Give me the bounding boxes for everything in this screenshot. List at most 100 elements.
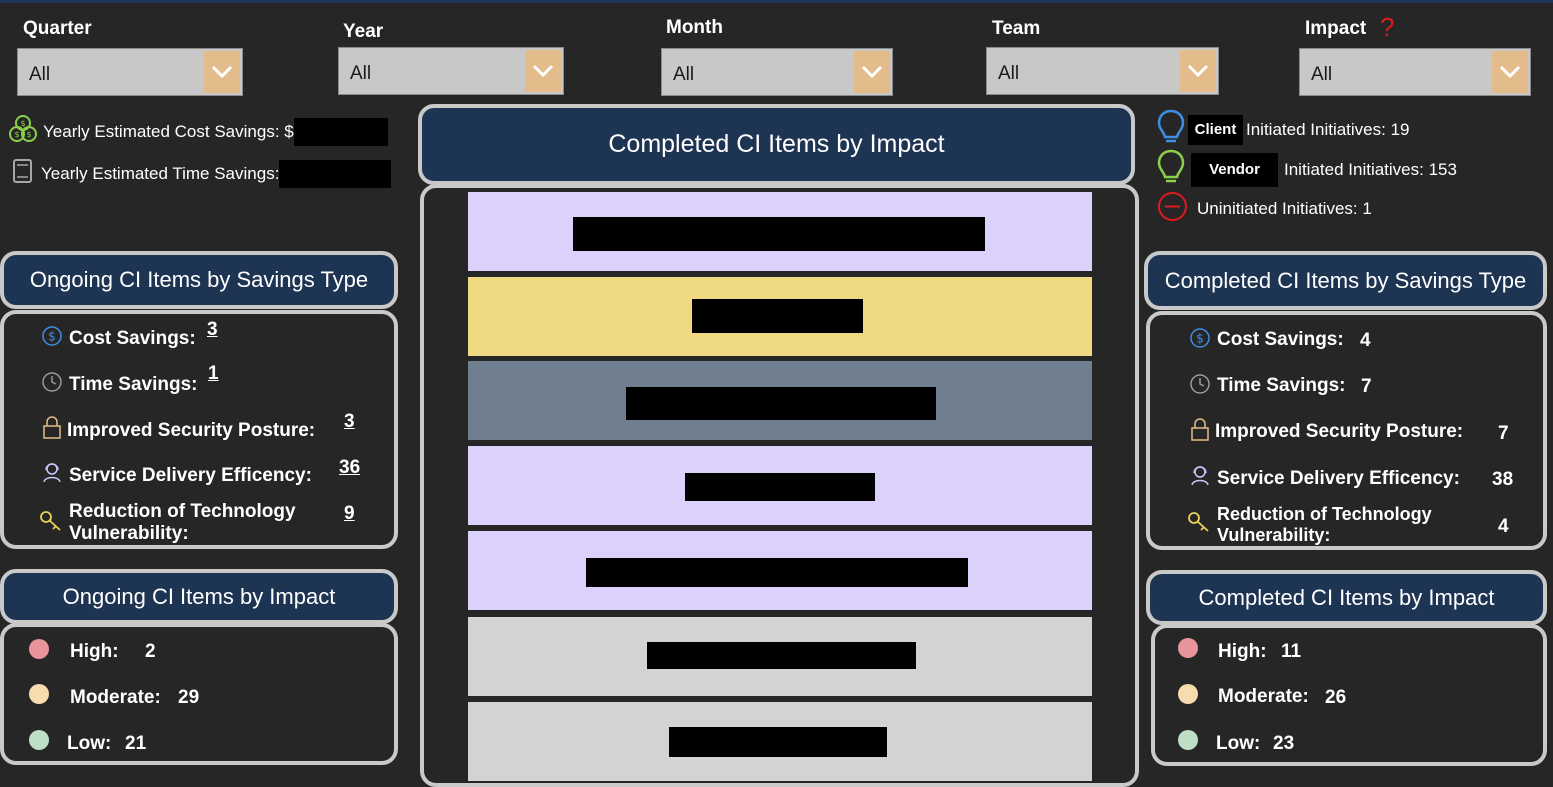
- completed-high-value: 11: [1281, 641, 1302, 662]
- key-icon: [1187, 510, 1211, 534]
- impact-band[interactable]: [468, 277, 1092, 356]
- completed-moderate-label: Moderate:: [1218, 686, 1309, 707]
- ongoing-security-value-text[interactable]: 3: [344, 411, 355, 433]
- impact-band-chart: [468, 192, 1092, 781]
- year-dropdown-value: All: [350, 63, 372, 84]
- completed-reduction-value: 4: [1498, 516, 1509, 537]
- client-chip: Client: [1188, 114, 1243, 145]
- svg-text:$: $: [14, 130, 19, 139]
- lightbulb-icon: [1157, 148, 1185, 191]
- hourglass-icon: [11, 157, 35, 190]
- lock-icon: [1190, 418, 1210, 442]
- team-filter-label: Team: [992, 18, 1041, 39]
- uninitiated-initiatives: Uninitiated Initiatives: 1: [1157, 191, 1372, 227]
- chevron-down-icon[interactable]: [1492, 51, 1528, 93]
- completed-savings-title: Completed CI Items by Savings Type: [1144, 251, 1547, 310]
- dollar-circle-icon: $: [1189, 327, 1211, 349]
- completed-security-value: 7: [1498, 423, 1509, 444]
- headset-person-icon: [1189, 464, 1211, 486]
- vendor-initiatives: Vendor Initiated Initiatives: 153: [1157, 148, 1457, 191]
- svg-text:$: $: [26, 130, 31, 139]
- completed-service-delivery-value: 38: [1492, 469, 1514, 490]
- completed-time-savings-label: Time Savings:: [1217, 375, 1346, 396]
- redacted-label: [685, 473, 875, 501]
- high-impact-dot: [1178, 638, 1198, 658]
- low-impact-dot: [1178, 730, 1198, 750]
- redacted-label: [626, 387, 936, 420]
- redacted-label: [647, 642, 916, 669]
- chevron-down-icon[interactable]: [1180, 50, 1216, 92]
- chevron-down-icon[interactable]: [204, 51, 240, 93]
- impact-dropdown-value: All: [1311, 64, 1333, 85]
- completed-cost-savings-value: 4: [1360, 330, 1371, 351]
- dollar-circle-icon: $: [41, 325, 63, 347]
- ongoing-low-value: 21: [125, 733, 147, 754]
- completed-reduction-label: Reduction of Technology: [1217, 504, 1432, 524]
- redacted-value: [293, 117, 388, 146]
- redacted-label: [573, 217, 985, 251]
- team-dropdown-value: All: [998, 63, 1020, 84]
- completed-low-label: Low:: [1216, 733, 1261, 754]
- completed-service-delivery-label: Service Delivery Efficency:: [1217, 468, 1460, 489]
- completed-savings-body: $ Cost Savings: 4 Time Savings: 7 Improv…: [1146, 311, 1547, 550]
- coins-icon: $ $ $: [9, 114, 37, 149]
- ongoing-time-savings-value-text[interactable]: 1: [208, 363, 219, 385]
- ongoing-high-value: 2: [145, 641, 156, 662]
- completed-security-label: Improved Security Posture:: [1215, 421, 1464, 442]
- quarter-dropdown-value: All: [29, 64, 51, 85]
- completed-time-savings-value: 7: [1361, 376, 1372, 397]
- redacted-value: [279, 159, 392, 188]
- moderate-impact-dot: [29, 684, 49, 704]
- client-initiatives-text: Initiated Initiatives: 19: [1246, 119, 1410, 139]
- ongoing-service-delivery-value-text[interactable]: 36: [339, 457, 360, 479]
- ongoing-moderate-value: 29: [178, 687, 200, 708]
- chevron-down-icon[interactable]: [525, 50, 561, 92]
- impact-band[interactable]: [468, 702, 1092, 781]
- question-mark-icon[interactable]: ?: [1380, 14, 1394, 40]
- uninitiated-initiatives-text: Uninitiated Initiatives: 1: [1197, 199, 1372, 218]
- ongoing-impact-body: High: 2 Moderate: 29 Low: 21: [0, 623, 398, 765]
- redacted-label: [692, 299, 863, 333]
- year-dropdown[interactable]: All: [338, 47, 564, 95]
- impact-band[interactable]: [468, 361, 1092, 440]
- svg-text:$: $: [20, 119, 25, 128]
- key-icon: [39, 509, 63, 533]
- completed-high-label: High:: [1218, 641, 1267, 662]
- ongoing-low-label: Low:: [67, 733, 112, 754]
- yearly-time-savings-label: Yearly Estimated Time Savings:: [41, 163, 280, 183]
- svg-text:$: $: [1196, 332, 1204, 346]
- redacted-label: [586, 558, 968, 587]
- month-filter-label: Month: [666, 17, 723, 38]
- completed-impact-body: High: 11 Moderate: 26 Low: 23: [1151, 624, 1547, 766]
- ongoing-high-label: High:: [70, 641, 119, 662]
- impact-band[interactable]: [468, 617, 1092, 696]
- ongoing-impact-title: Ongoing CI Items by Impact: [0, 569, 398, 624]
- ongoing-reduction-value-text[interactable]: 9: [344, 503, 355, 525]
- ongoing-cost-savings-label: Cost Savings:: [69, 328, 196, 349]
- ongoing-reduction-label-line2: Vulnerability:: [69, 523, 189, 544]
- completed-moderate-value: 26: [1325, 687, 1347, 708]
- completed-cost-savings-label: Cost Savings:: [1217, 329, 1344, 350]
- completed-low-value: 23: [1273, 733, 1295, 754]
- low-impact-dot: [29, 730, 49, 750]
- clock-icon: [41, 371, 63, 393]
- svg-text:$: $: [48, 330, 56, 344]
- ongoing-savings-title: Ongoing CI Items by Savings Type: [0, 251, 398, 309]
- impact-band[interactable]: [468, 192, 1092, 271]
- month-dropdown-value: All: [673, 64, 695, 85]
- impact-dropdown[interactable]: All: [1299, 48, 1531, 96]
- quarter-dropdown[interactable]: All: [17, 48, 243, 96]
- completed-reduction-label-line2: Vulnerability:: [1217, 525, 1331, 545]
- team-dropdown[interactable]: All: [986, 47, 1219, 95]
- yearly-cost-savings-label: Yearly Estimated Cost Savings: $: [43, 121, 294, 141]
- redacted-label: [669, 727, 887, 757]
- yearly-time-savings: Yearly Estimated Time Savings:: [11, 157, 392, 190]
- ongoing-service-delivery-label: Service Delivery Efficency:: [69, 465, 312, 486]
- chevron-down-icon[interactable]: [854, 51, 890, 93]
- impact-band[interactable]: [468, 446, 1092, 525]
- lightbulb-icon: [1157, 108, 1185, 151]
- yearly-cost-savings: $ $ $ Yearly Estimated Cost Savings: $: [9, 114, 388, 149]
- impact-band[interactable]: [468, 531, 1092, 610]
- month-dropdown[interactable]: All: [661, 48, 893, 96]
- ongoing-cost-savings-value-text[interactable]: 3: [207, 319, 218, 341]
